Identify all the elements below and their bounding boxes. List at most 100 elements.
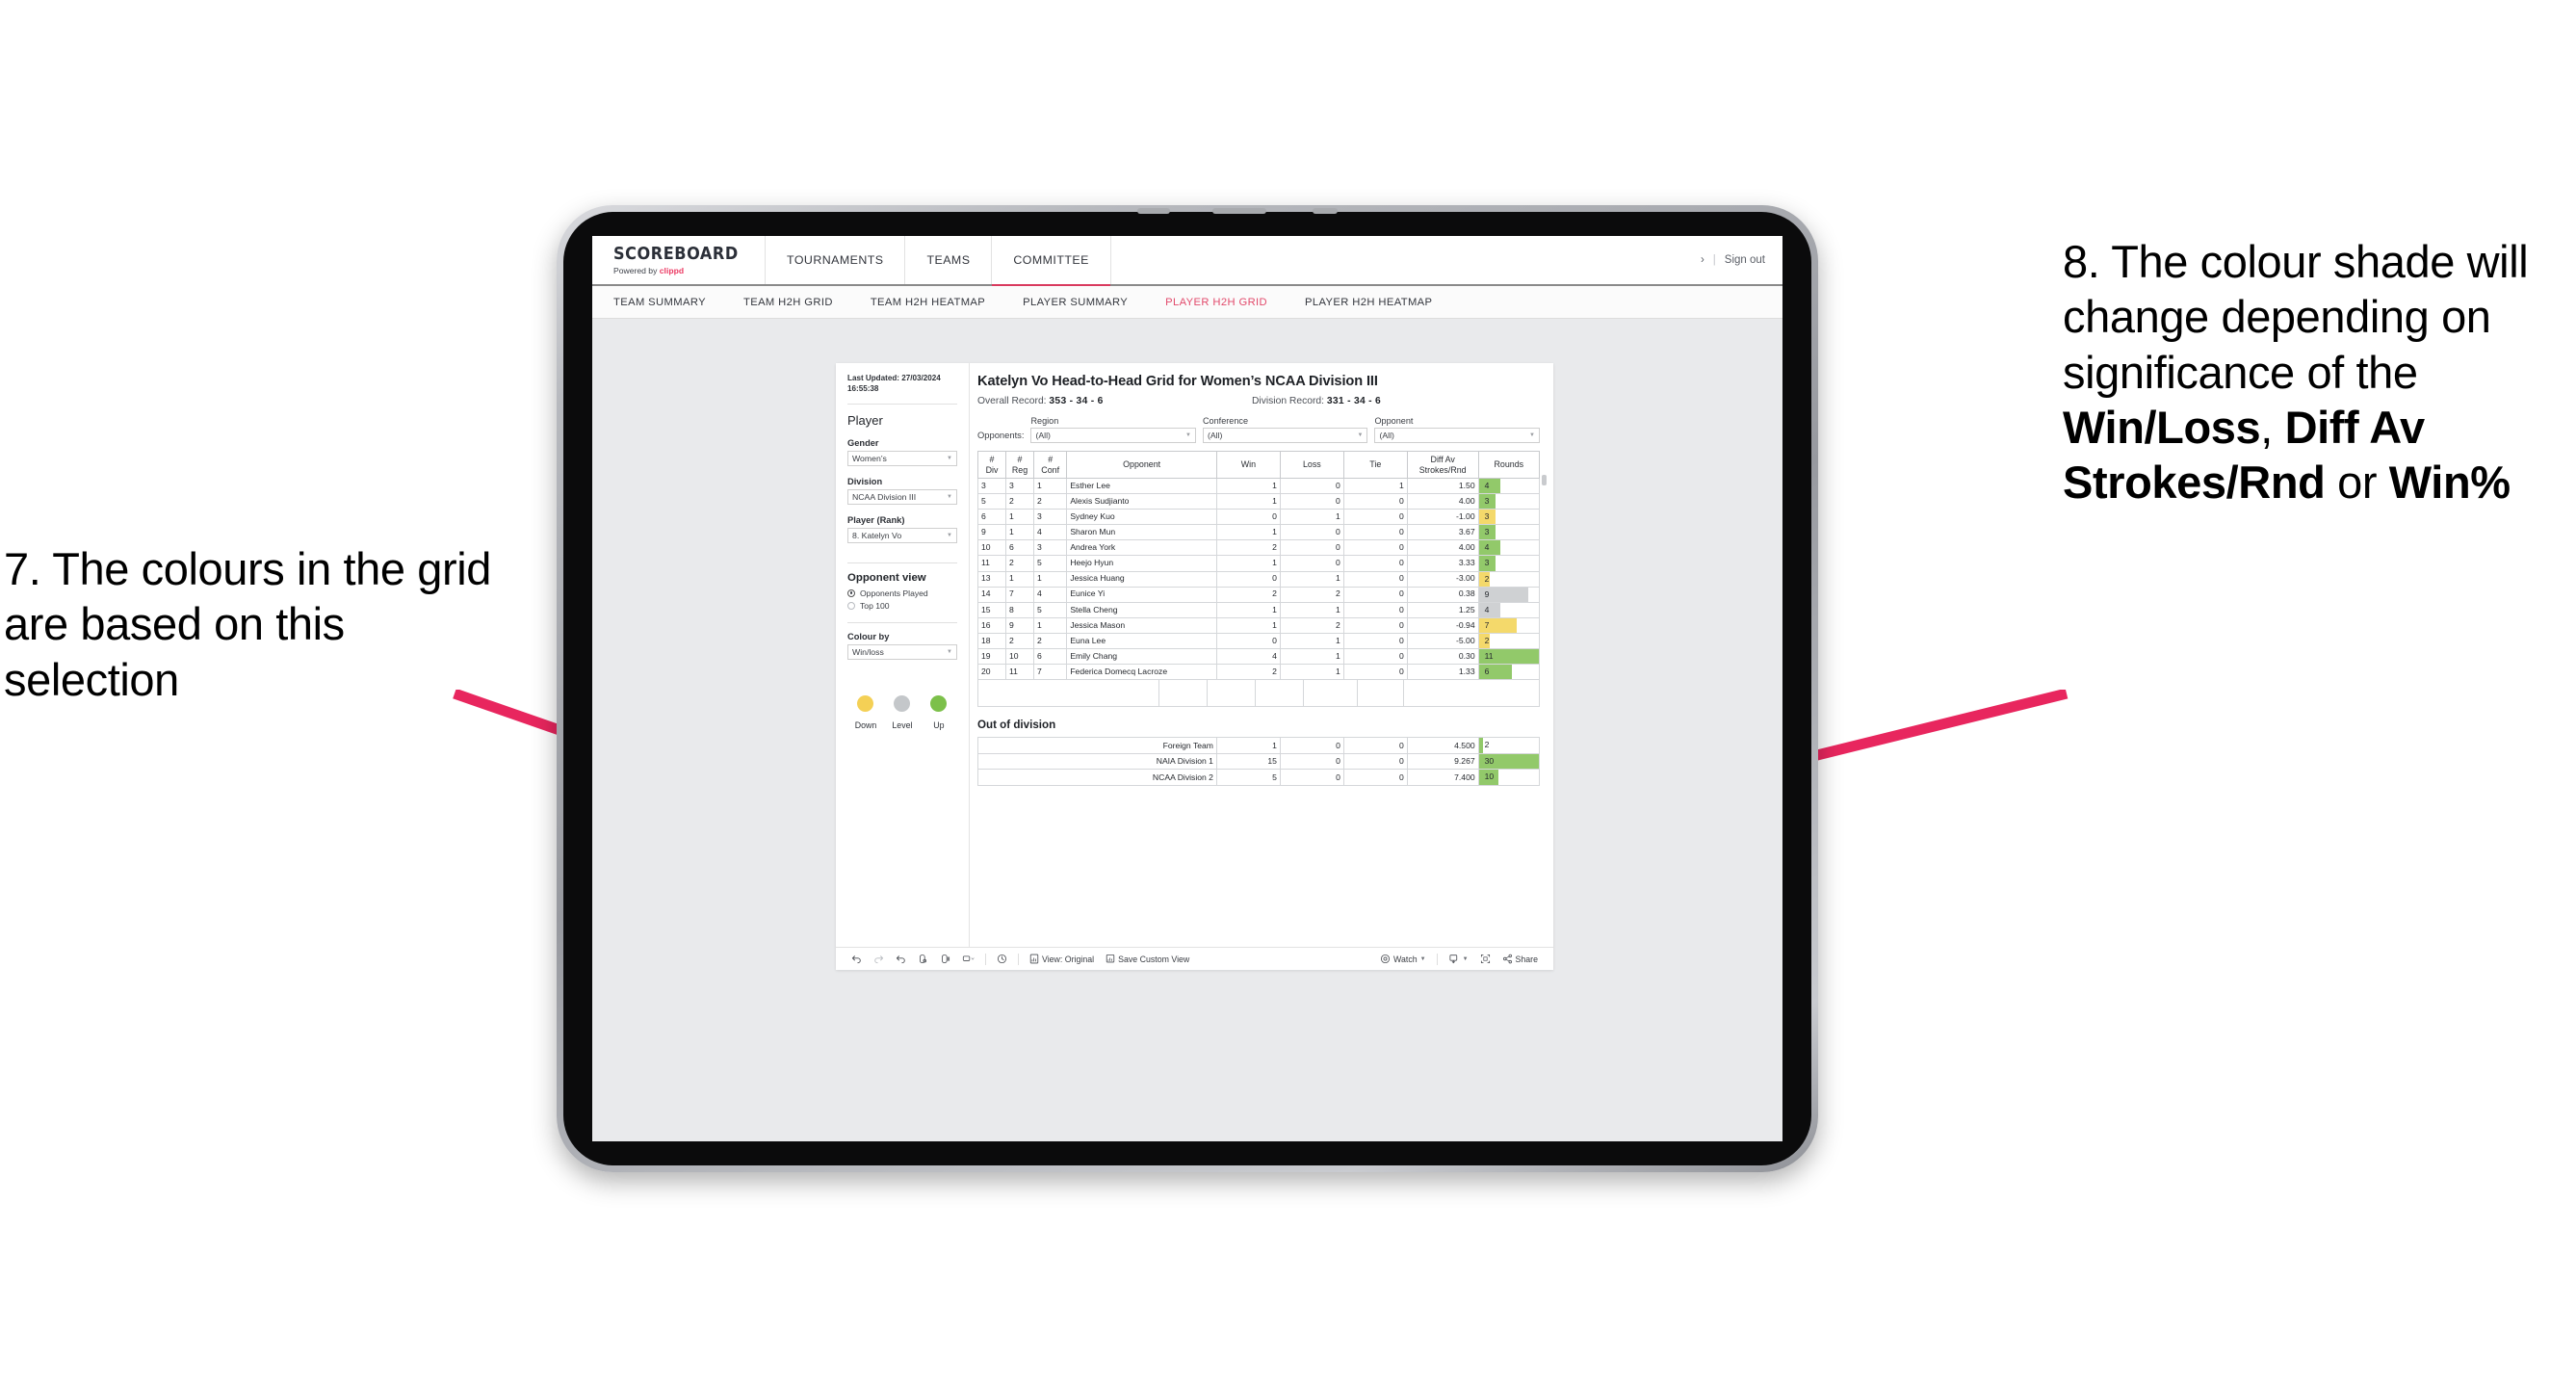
colour-by-value: Win/loss	[852, 646, 884, 657]
conference-select[interactable]: (All) ▼	[1202, 428, 1368, 443]
region-select[interactable]: (All) ▼	[1030, 428, 1196, 443]
cell-rank-reg: 2	[1005, 555, 1035, 572]
cell-win: 1	[1215, 524, 1281, 541]
grid-column-header[interactable]: Tie	[1342, 451, 1408, 479]
chevron-down-icon: ▼	[1529, 432, 1535, 438]
cell-rank-conf: 5	[1033, 555, 1068, 572]
table-row[interactable]: NAIA Division 1 15 0 0 9.267 30	[977, 752, 1541, 771]
cell-tie: 1	[1342, 477, 1408, 495]
cell-rank-div: 10	[976, 539, 1007, 557]
radio-top-100[interactable]: Top 100	[847, 601, 957, 611]
table-row[interactable]: 16 9 1 Jessica Mason 1 2 0 -0.94 7	[976, 616, 1541, 634]
opponent-select[interactable]: (All) ▼	[1374, 428, 1540, 443]
cell-rank-conf: 7	[1033, 664, 1068, 681]
grid-body: 3 3 1 Esther Lee 1 0 1 1.50 4 5 2 2 Alexis Sudjianto…	[976, 477, 1541, 681]
redo-button[interactable]	[868, 954, 890, 964]
colour-by-label: Colour by	[847, 631, 890, 641]
visualization-panel: Last Updated: 27/03/2024 16:55:38 Player…	[836, 363, 1553, 970]
annotation-right-bold1: Win/Loss	[2063, 401, 2261, 453]
refresh-data-button[interactable]	[912, 954, 934, 964]
cell-diff: 1.50	[1406, 477, 1479, 495]
table-row[interactable]: Foreign Team 1 0 0 4.500 2	[977, 737, 1541, 754]
grid-column-header[interactable]: Win	[1215, 451, 1281, 479]
cell-rank-reg: 7	[1005, 586, 1035, 603]
cell-diff: 9.267	[1406, 752, 1479, 771]
table-row[interactable]: 11 2 5 Heejo Hyun 1 0 0 3.33 3	[976, 555, 1541, 572]
cell-rank-div: 15	[976, 601, 1007, 618]
cell-rank-reg: 1	[1005, 570, 1035, 588]
player-rank-select[interactable]: 8. Katelyn Vo ▼	[847, 527, 957, 543]
device-layout-button[interactable]	[956, 954, 980, 964]
legend-item-down: Down	[847, 694, 884, 730]
grid-column-header[interactable]: # Conf	[1033, 451, 1068, 479]
subnav-item-team-h2h-grid[interactable]: TEAM H2H GRID	[743, 297, 853, 308]
cell-win: 2	[1215, 539, 1281, 557]
download-button[interactable]: ▼	[1443, 954, 1474, 964]
camera-dot-2	[1211, 208, 1266, 214]
grid-column-header[interactable]: # Reg	[1005, 451, 1035, 479]
share-button[interactable]: Share	[1496, 954, 1544, 964]
grid-column-header[interactable]: Loss	[1279, 451, 1344, 479]
region-label: Region	[1030, 416, 1059, 426]
subnav-item-player-h2h-heatmap[interactable]: PLAYER H2H HEATMAP	[1305, 297, 1452, 308]
annotation-left: 7. The colours in the grid are based on …	[4, 541, 514, 707]
brand-logo[interactable]: SCOREBOARD Powered by clippd	[592, 236, 767, 284]
opponent-view-heading: Opponent view	[847, 571, 926, 584]
fullscreen-button[interactable]	[1474, 954, 1496, 964]
subnav-item-player-h2h-grid[interactable]: PLAYER H2H GRID	[1165, 297, 1288, 308]
h2h-grid-wrapper: # Div # Reg # Conf Opponent Win Loss Tie Diff Av St…	[976, 451, 1547, 708]
radio-opponents-played[interactable]: Opponents Played	[847, 588, 957, 598]
topnav-item-teams[interactable]: TEAMS	[905, 236, 993, 284]
radio-opponents-played-label: Opponents Played	[860, 588, 928, 598]
chevron-down-icon: ▼	[1357, 432, 1364, 438]
table-row[interactable]: NCAA Division 2 5 0 0 7.400 10	[977, 769, 1541, 786]
grid-column-header[interactable]: # Div	[976, 451, 1007, 479]
top-navigation: TOURNAMENTS TEAMS COMMITTEE	[766, 236, 1111, 286]
subnav-item-team-h2h-heatmap[interactable]: TEAM H2H HEATMAP	[871, 297, 1005, 308]
radio-off-icon	[847, 601, 855, 610]
cell-win: 0	[1215, 632, 1281, 650]
revert-button[interactable]	[890, 954, 912, 964]
table-row[interactable]: 3 3 1 Esther Lee 1 0 1 1.50 4	[976, 477, 1541, 495]
table-scrollbar[interactable]	[1542, 475, 1547, 485]
cell-loss: 1	[1279, 509, 1344, 526]
table-row[interactable]: 18 2 2 Euna Lee 0 1 0 -5.00 2	[976, 632, 1541, 650]
topnav-item-tournaments[interactable]: TOURNAMENTS	[766, 236, 906, 284]
grid-column-header[interactable]: Rounds	[1477, 451, 1541, 479]
table-row[interactable]: 13 1 1 Jessica Huang 0 1 0 -3.00 2	[976, 570, 1541, 588]
division-select[interactable]: NCAA Division III ▼	[847, 488, 957, 505]
table-row[interactable]: 9 1 4 Sharon Mun 1 0 0 3.67 3	[976, 524, 1541, 541]
table-row[interactable]: 15 8 5 Stella Cheng 1 1 0 1.25 4	[976, 601, 1541, 618]
records-row: Overall Record: 353 - 34 - 6 Division Re…	[977, 396, 1540, 406]
cell-tie: 0	[1342, 664, 1408, 681]
history-button[interactable]	[991, 954, 1013, 964]
grid-column-header[interactable]: Diff Av Strokes/Rnd	[1406, 451, 1479, 479]
table-row[interactable]: 10 6 3 Andrea York 2 0 0 4.00 4	[976, 539, 1541, 557]
cell-tie: 0	[1342, 570, 1408, 588]
table-row[interactable]: 14 7 4 Eunice Yi 2 2 0 0.38 9	[976, 586, 1541, 603]
subnav-item-player-summary[interactable]: PLAYER SUMMARY	[1023, 297, 1148, 308]
grid-column-header[interactable]: Opponent	[1066, 451, 1217, 479]
cell-rank-conf: 4	[1033, 586, 1068, 603]
table-row[interactable]: 6 1 3 Sydney Kuo 0 1 0 -1.00 3	[976, 509, 1541, 526]
watch-button[interactable]: Watch ▼	[1374, 954, 1432, 964]
gender-select[interactable]: Women’s ▼	[847, 450, 957, 466]
player-rank-filter: Player (Rank) 8. Katelyn Vo ▼	[847, 515, 957, 543]
cell-rank-reg: 3	[1005, 477, 1035, 495]
view-original-button[interactable]: View: Original	[1024, 954, 1100, 964]
table-row[interactable]: 19 10 6 Emily Chang 4 1 0 0.30 11	[976, 648, 1541, 666]
cell-opponent: Emily Chang	[1066, 648, 1217, 666]
chevron-right-icon[interactable]: ›	[1701, 254, 1704, 266]
save-custom-view-button[interactable]: Save Custom View	[1100, 954, 1195, 964]
table-row[interactable]: 5 2 2 Alexis Sudjianto 1 0 0 4.00 3	[976, 493, 1541, 510]
cell-group-name: NAIA Division 1	[977, 752, 1217, 771]
table-row[interactable]: 20 11 7 Federica Domecq Lacroze 2 1 0 1.33 6	[976, 664, 1541, 681]
page-title: Katelyn Vo Head-to-Head Grid for Women’s…	[977, 374, 1378, 389]
topnav-item-committee[interactable]: COMMITTEE	[992, 236, 1111, 286]
sign-out-link[interactable]: Sign out	[1725, 254, 1765, 266]
pause-updates-button[interactable]	[934, 954, 956, 964]
colour-by-select[interactable]: Win/loss ▼	[847, 643, 957, 660]
out-of-division-table: Foreign Team 1 0 0 4.500 2 NAIA Division 1 15 0 0…	[977, 737, 1541, 786]
undo-button[interactable]	[846, 954, 868, 964]
subnav-item-team-summary[interactable]: TEAM SUMMARY	[613, 297, 726, 308]
